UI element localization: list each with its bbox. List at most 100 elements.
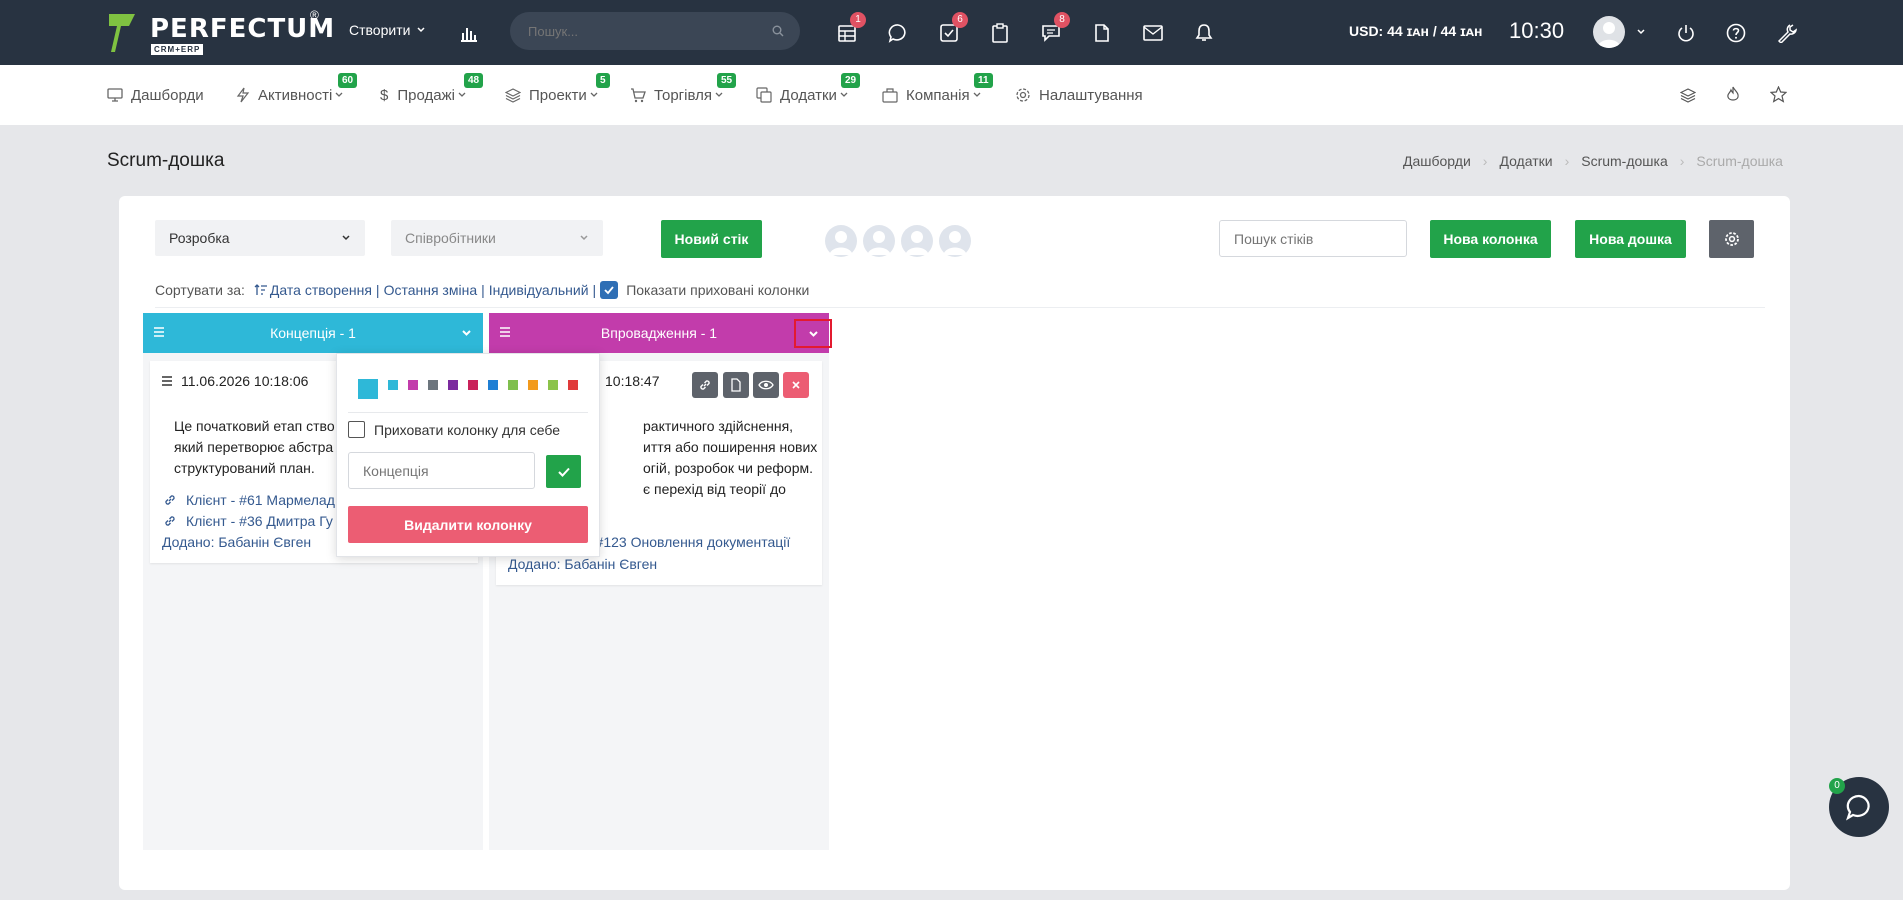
board-select[interactable]: Розробка xyxy=(155,220,365,256)
staff-select-placeholder: Співробітники xyxy=(405,230,496,246)
sticker-text-line: огій, розробок чи реформ. xyxy=(643,460,814,476)
tickets-icon[interactable]: 8 xyxy=(1038,12,1070,46)
file-icon[interactable] xyxy=(1089,20,1115,46)
color-swatch[interactable] xyxy=(508,380,518,390)
new-column-button[interactable]: Нова колонка xyxy=(1430,220,1551,258)
color-swatch[interactable] xyxy=(408,380,418,390)
gear-icon xyxy=(1016,88,1030,102)
menu-item-label: Компанія xyxy=(906,86,970,104)
color-swatch[interactable] xyxy=(388,380,398,390)
user-avatar-icon[interactable] xyxy=(824,224,858,258)
color-swatch[interactable] xyxy=(568,380,578,390)
chat-bubble-icon[interactable] xyxy=(885,20,911,46)
user-avatar-icon[interactable] xyxy=(900,224,934,258)
sticker-file-button[interactable] xyxy=(723,372,749,398)
color-swatch[interactable] xyxy=(488,380,498,390)
tasks-table-icon[interactable]: 1 xyxy=(834,12,866,46)
global-search-input[interactable] xyxy=(528,21,758,41)
close-icon xyxy=(792,381,800,389)
column-header-concept: Концепція - 1 xyxy=(143,313,483,353)
avatar[interactable] xyxy=(1593,16,1625,48)
chevron-down-icon[interactable] xyxy=(461,328,472,338)
star-icon[interactable] xyxy=(1770,86,1787,103)
logo[interactable] xyxy=(107,12,137,54)
power-icon[interactable] xyxy=(1673,20,1699,46)
chevron-down-icon xyxy=(417,27,425,33)
chevron-down-icon[interactable] xyxy=(1636,27,1646,37)
clipboard-icon[interactable] xyxy=(987,20,1013,46)
menu-item-trade[interactable]: Торгівля 55 xyxy=(630,65,737,125)
fire-icon[interactable] xyxy=(1726,86,1740,103)
board-select-value: Розробка xyxy=(169,230,230,246)
column-menu-toggle[interactable] xyxy=(794,319,832,348)
menu-item-dashboards[interactable]: Дашборди xyxy=(107,65,204,125)
chevron-down-icon xyxy=(715,92,723,97)
drag-handle-icon[interactable] xyxy=(499,327,511,337)
menu-item-label: Додатки xyxy=(780,86,837,104)
color-swatch[interactable] xyxy=(448,380,458,390)
chevron-down-icon xyxy=(580,235,588,241)
todo-check-icon[interactable]: 6 xyxy=(936,12,968,46)
hide-column-checkbox[interactable] xyxy=(348,421,365,438)
sort-bar: Сортувати за: Дата створення | Остання з… xyxy=(155,281,809,299)
menu-item-projects[interactable]: Проекти 5 xyxy=(505,65,610,125)
help-icon[interactable] xyxy=(1723,20,1749,46)
new-board-button[interactable]: Нова дошка xyxy=(1575,220,1686,258)
menu-badge: 29 xyxy=(841,73,861,88)
link-icon xyxy=(165,495,175,505)
show-hidden-checkbox[interactable] xyxy=(600,281,619,299)
breadcrumb-item[interactable]: Scrum-дошка xyxy=(1581,153,1668,169)
color-swatch[interactable] xyxy=(548,380,558,390)
client-link[interactable]: Клієнт - #61 Мармелад xyxy=(163,492,335,508)
menu-item-settings[interactable]: Налаштування xyxy=(1015,65,1143,125)
color-swatch[interactable] xyxy=(528,380,538,390)
color-swatch-selected[interactable] xyxy=(358,379,378,399)
hide-column-label: Приховати колонку для себе xyxy=(374,421,561,438)
menu-item-sales[interactable]: $ Продажі 48 xyxy=(380,65,484,125)
breadcrumb: Дашборди › Додатки › Scrum-дошка › Scrum… xyxy=(1403,153,1783,169)
user-avatar-icon[interactable] xyxy=(862,224,896,258)
layers-icon[interactable] xyxy=(1680,87,1696,103)
registered-mark: ® xyxy=(310,8,319,22)
lightning-icon xyxy=(236,87,250,103)
sticker-delete-button[interactable] xyxy=(783,372,809,398)
save-column-name-button[interactable] xyxy=(546,455,581,488)
logo-subtitle: CRM+ERP xyxy=(151,44,204,55)
wrench-icon[interactable] xyxy=(1774,20,1800,46)
user-avatar-icon xyxy=(1597,22,1621,48)
user-avatar-icon[interactable] xyxy=(938,224,972,258)
hide-column-option[interactable]: Приховати колонку для себе xyxy=(348,421,560,438)
sticker-view-button[interactable] xyxy=(753,372,779,398)
color-swatch[interactable] xyxy=(468,380,478,390)
create-dropdown[interactable]: Створити xyxy=(349,22,426,38)
drag-handle-icon[interactable] xyxy=(153,327,165,337)
client-link-label: Клієнт - #61 Мармелад xyxy=(186,492,335,508)
board-settings-button[interactable] xyxy=(1709,220,1754,258)
color-swatch[interactable] xyxy=(428,380,438,390)
copy-link-button[interactable] xyxy=(692,372,718,398)
bell-icon[interactable] xyxy=(1191,20,1217,46)
client-link[interactable]: Клієнт - #36 Дмитра Гу xyxy=(163,513,333,529)
mail-icon[interactable] xyxy=(1140,20,1166,46)
drag-handle-icon[interactable] xyxy=(161,376,173,386)
sort-by-changed[interactable]: Остання зміна xyxy=(384,282,478,298)
sort-individual[interactable]: Індивідуальний xyxy=(489,282,589,298)
global-search-box[interactable] xyxy=(510,12,800,50)
breadcrumb-item[interactable]: Додатки xyxy=(1499,153,1552,169)
menu-item-company[interactable]: Компанія 11 xyxy=(882,65,993,125)
breadcrumb-item[interactable]: Дашборди xyxy=(1403,153,1471,169)
breadcrumb-separator: › xyxy=(1564,153,1570,169)
search-icon xyxy=(772,25,784,37)
new-sticker-button[interactable]: Новий стік xyxy=(661,220,762,258)
client-link-label[interactable]: - #123 Оновлення документації xyxy=(587,534,790,550)
column-name-input[interactable] xyxy=(348,452,535,489)
menu-item-activities[interactable]: Активності 60 xyxy=(236,65,358,125)
sort-by-created[interactable]: Дата створення xyxy=(270,282,372,298)
reports-chart-icon[interactable] xyxy=(456,20,482,46)
sticker-text-line: структурований план. xyxy=(174,460,315,476)
delete-column-button[interactable]: Видалити колонку xyxy=(348,506,588,543)
show-hidden-label: Показати приховані колонки xyxy=(626,282,810,298)
staff-select[interactable]: Співробітники xyxy=(391,220,603,256)
sticker-search-input[interactable] xyxy=(1219,220,1407,257)
menu-item-addons[interactable]: Додатки 29 xyxy=(756,65,861,125)
